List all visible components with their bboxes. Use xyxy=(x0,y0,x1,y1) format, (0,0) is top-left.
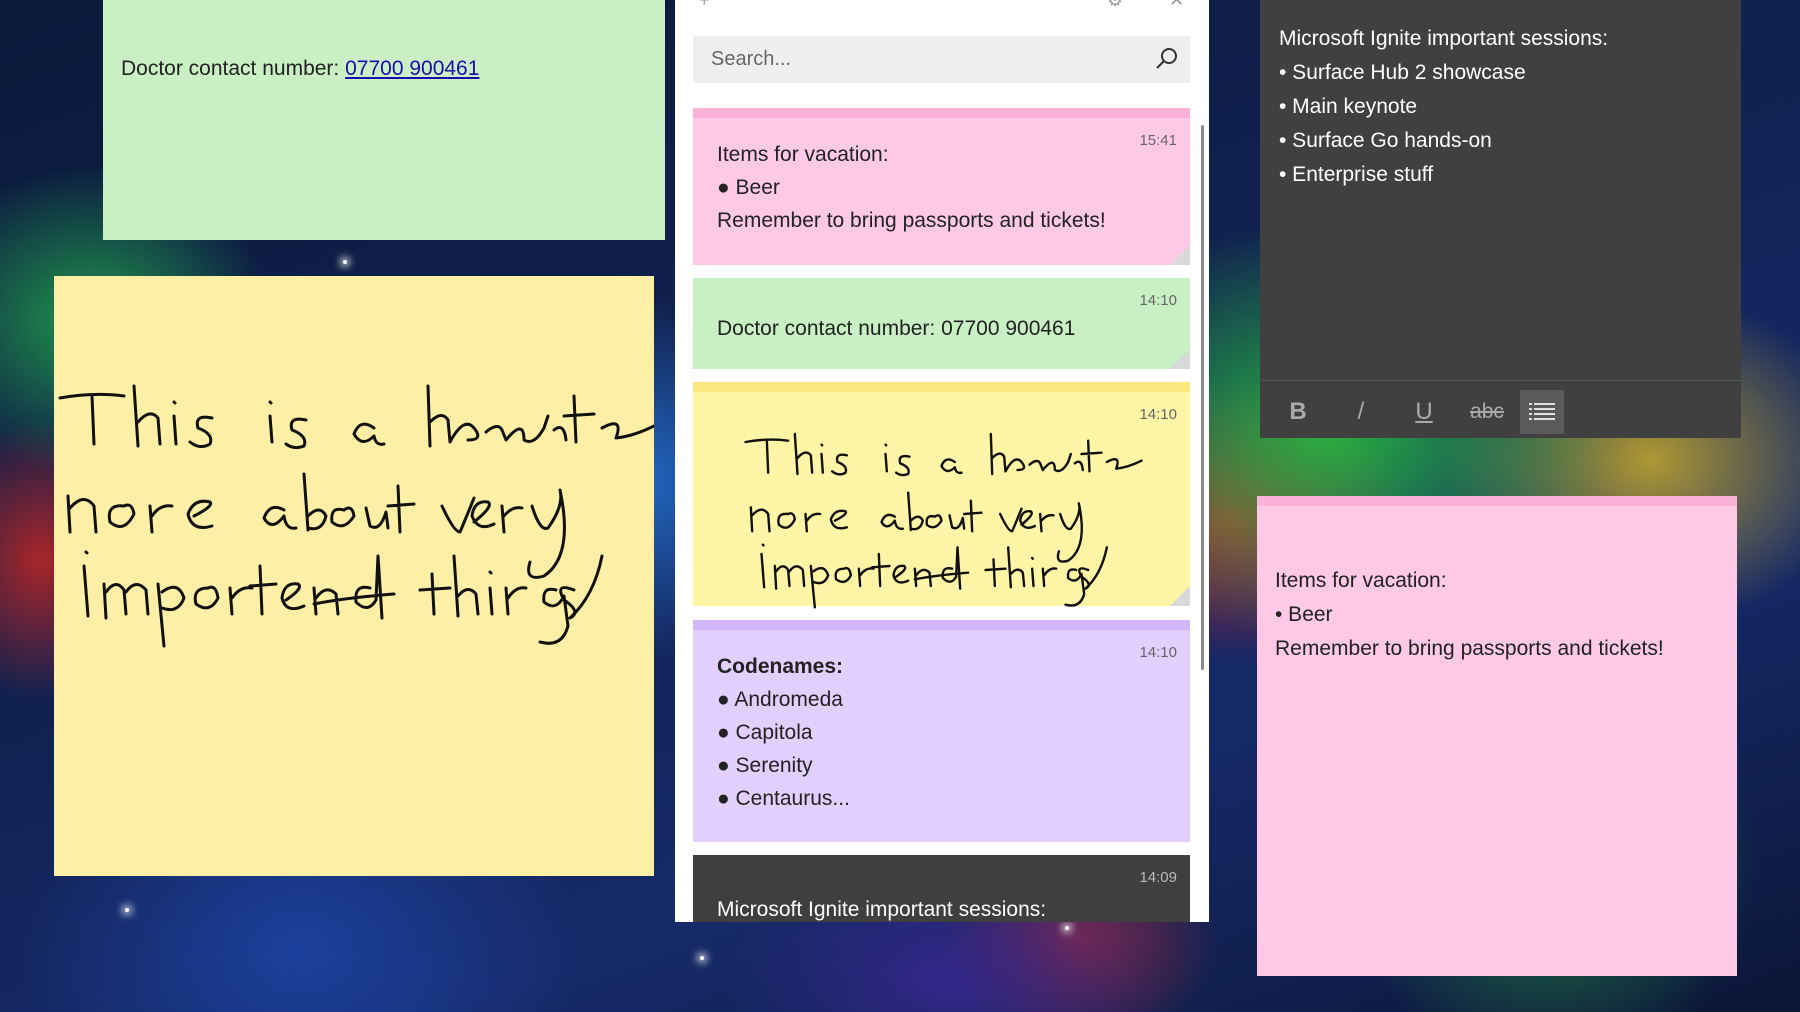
note-line: Items for vacation: xyxy=(1275,569,1447,592)
note-card-dark[interactable]: 14:09 Microsoft Ignite important session… xyxy=(693,855,1190,922)
note-line: ● Capitola xyxy=(717,721,813,744)
italic-button[interactable]: / xyxy=(1339,390,1383,434)
note-line: • Beer xyxy=(1275,603,1333,626)
notes-list-panel: + ⚙ ✕ 15:41 Items for vacation: ● Beer R… xyxy=(675,0,1209,922)
star xyxy=(700,956,704,960)
star xyxy=(343,260,347,264)
note-timestamp: 14:10 xyxy=(1139,644,1177,661)
note-line: ● Centaurus... xyxy=(717,787,850,810)
note-line: Microsoft Ignite important sessions: xyxy=(1279,27,1609,50)
strikethrough-button[interactable]: abc xyxy=(1465,390,1509,434)
bullet-list-button[interactable] xyxy=(1520,390,1564,434)
add-note-icon[interactable]: + xyxy=(699,0,710,11)
page-fold xyxy=(1170,349,1190,369)
scrollbar[interactable] xyxy=(1201,125,1204,670)
note-line: Doctor contact number: 07700 900461 xyxy=(717,317,1076,340)
note-line: Items for vacation: xyxy=(717,143,889,166)
search-box[interactable] xyxy=(693,36,1190,83)
note-line: ● Serenity xyxy=(717,754,813,777)
search-icon[interactable] xyxy=(1154,46,1180,72)
settings-icon[interactable]: ⚙ xyxy=(1107,0,1123,11)
note-card-purple[interactable]: 14:10 Codenames: ● Andromeda ● Capitola … xyxy=(693,620,1190,842)
sticky-note-pink[interactable]: Items for vacation: • Beer Remember to b… xyxy=(1257,496,1737,976)
note-line: • Surface Hub 2 showcase xyxy=(1279,61,1526,84)
sticky-note-green[interactable]: Doctor contact number: 07700 900461 xyxy=(103,0,665,240)
note-line: • Surface Go hands-on xyxy=(1279,129,1492,152)
note-text: Doctor contact number: 07700 900461 xyxy=(121,57,480,80)
note-line: • Enterprise stuff xyxy=(1279,163,1434,186)
star xyxy=(125,908,129,912)
note-card-pink[interactable]: 15:41 Items for vacation: ● Beer Remembe… xyxy=(693,108,1190,265)
close-icon[interactable]: ✕ xyxy=(1169,0,1184,11)
note-line: Remember to bring passports and tickets! xyxy=(717,209,1106,232)
format-toolbar: B / U abc xyxy=(1260,380,1741,439)
panel-titlebar: + ⚙ ✕ xyxy=(675,0,1209,22)
phone-link[interactable]: 07700 900461 xyxy=(345,57,479,80)
sticky-note-yellow-handwritten[interactable] xyxy=(54,276,654,876)
page-fold xyxy=(1170,586,1190,606)
bullet-list-icon xyxy=(1529,403,1555,420)
note-timestamp: 15:41 xyxy=(1139,132,1177,149)
underline-button[interactable]: U xyxy=(1402,390,1446,434)
note-line: ● Andromeda xyxy=(717,688,843,711)
sticky-note-dark[interactable]: Microsoft Ignite important sessions: • S… xyxy=(1260,0,1741,438)
note-title: Codenames: xyxy=(717,655,844,678)
star xyxy=(1065,926,1069,930)
note-line: • Main keynote xyxy=(1279,95,1418,118)
note-line: Microsoft Ignite important sessions: xyxy=(717,898,1047,921)
handwriting-ink xyxy=(744,432,1143,609)
note-timestamp: 14:09 xyxy=(1139,869,1177,886)
note-line: ● Beer xyxy=(717,176,780,199)
note-body[interactable]: Microsoft Ignite important sessions: • S… xyxy=(1260,0,1741,192)
note-card-yellow-handwritten[interactable]: 14:10 xyxy=(693,382,1190,609)
search-input[interactable] xyxy=(693,36,1131,83)
bold-button[interactable]: B xyxy=(1276,390,1320,434)
handwriting-ink xyxy=(58,384,654,648)
note-timestamp: 14:10 xyxy=(1139,292,1177,309)
note-line: Remember to bring passports and tickets! xyxy=(1275,637,1664,660)
page-fold xyxy=(1170,245,1190,265)
note-card-green[interactable]: 14:10 Doctor contact number: 07700 90046… xyxy=(693,278,1190,369)
